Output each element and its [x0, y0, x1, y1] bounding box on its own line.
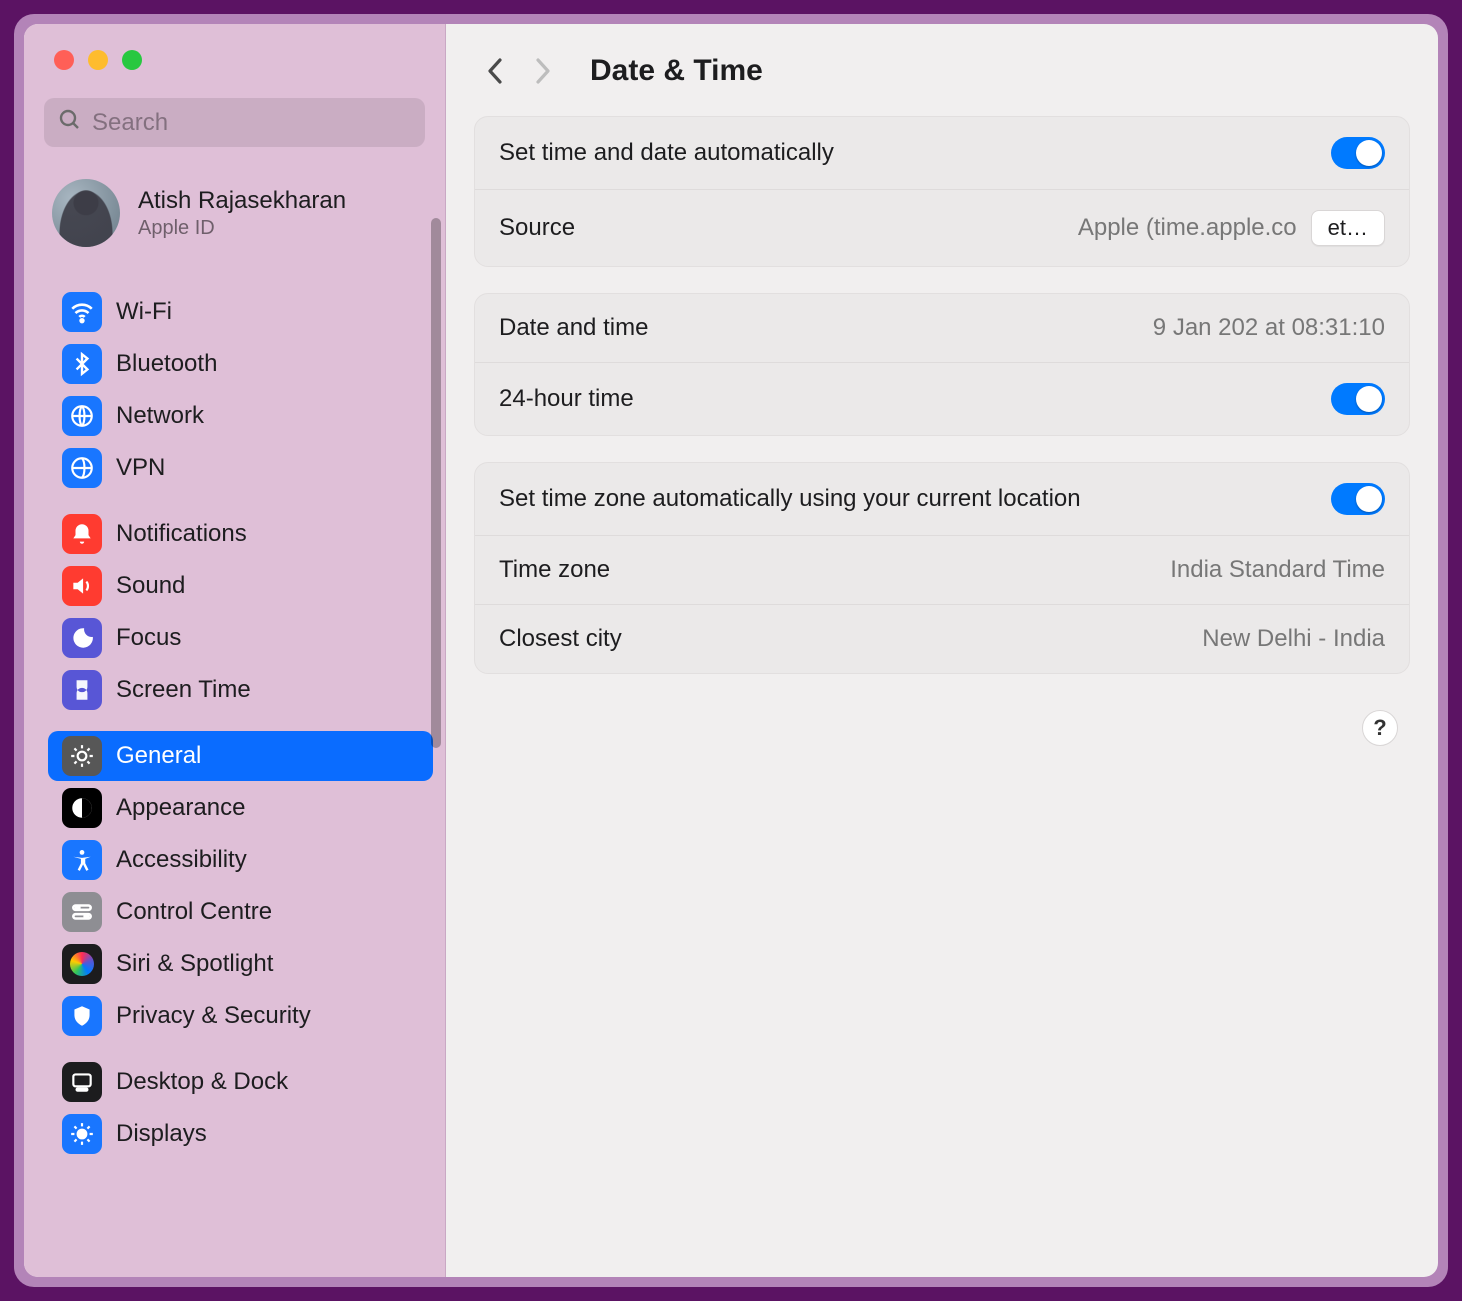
content-area: Date & Time Set time and date automatica… — [446, 24, 1438, 1277]
set-source-button[interactable]: et… — [1311, 210, 1385, 246]
label-timezone: Time zone — [499, 556, 1156, 584]
account-name: Atish Rajasekharan — [138, 187, 346, 215]
sidebar-item-focus[interactable]: Focus — [48, 613, 433, 663]
sidebar-item-general[interactable]: General — [48, 731, 433, 781]
sidebar-item-label: Network — [116, 402, 204, 430]
appearance-icon — [62, 788, 102, 828]
fullscreen-window-button[interactable] — [122, 50, 142, 70]
search-input[interactable] — [92, 109, 411, 137]
sidebar-item-label: Accessibility — [116, 846, 247, 874]
row-datetime: Date and time 9 Jan 202 at 08:31:10 — [475, 294, 1409, 363]
row-timezone: Time zone India Standard Time — [475, 536, 1409, 605]
vpn-icon — [62, 448, 102, 488]
label-city: Closest city — [499, 625, 1188, 653]
wifi-icon — [62, 292, 102, 332]
sidebar-item-label: Focus — [116, 624, 181, 652]
sidebar-item-appearance[interactable]: Appearance — [48, 783, 433, 833]
sidebar-item-notifications[interactable]: Notifications — [48, 509, 433, 559]
label-source: Source — [499, 214, 1064, 242]
value-timezone: India Standard Time — [1170, 556, 1385, 584]
sidebar-item-label: Sound — [116, 572, 185, 600]
sidebar-item-label: Screen Time — [116, 676, 251, 704]
sound-icon — [62, 566, 102, 606]
sidebar-item-screentime[interactable]: Screen Time — [48, 665, 433, 715]
value-datetime: 9 Jan 202 at 08:31:10 — [1153, 314, 1385, 342]
sidebar-item-desktop-dock[interactable]: Desktop & Dock — [48, 1057, 433, 1107]
toggle-24hour[interactable] — [1331, 383, 1385, 415]
sidebar-item-label: General — [116, 742, 201, 770]
sidebar-item-label: Desktop & Dock — [116, 1068, 288, 1096]
value-source: Apple (time.apple.co — [1078, 214, 1297, 242]
general-icon — [62, 736, 102, 776]
apple-id-account[interactable]: Atish Rajasekharan Apple ID — [24, 161, 445, 269]
sidebar-item-label: Displays — [116, 1120, 207, 1148]
toggle-tz-auto[interactable] — [1331, 483, 1385, 515]
sidebar-item-label: Siri & Spotlight — [116, 950, 273, 978]
value-datetime-b: at 08:31:10 — [1258, 314, 1385, 341]
sidebar-item-label: Control Centre — [116, 898, 272, 926]
sidebar-list: Wi-Fi Bluetooth Network VPN — [24, 269, 445, 1175]
header: Date & Time — [474, 48, 1410, 116]
row-source: Source Apple (time.apple.co et… — [475, 190, 1409, 266]
panel-timezone: Set time zone automatically using your c… — [474, 462, 1410, 674]
sidebar-item-label: Appearance — [116, 794, 245, 822]
siri-icon — [62, 944, 102, 984]
sidebar: Atish Rajasekharan Apple ID Wi-Fi Blueto… — [24, 24, 446, 1277]
label-24hour: 24-hour time — [499, 385, 1317, 413]
sidebar-item-accessibility[interactable]: Accessibility — [48, 835, 433, 885]
value-city: New Delhi - India — [1202, 625, 1385, 653]
label-set-auto: Set time and date automatically — [499, 139, 1317, 167]
sidebar-item-label: Wi-Fi — [116, 298, 172, 326]
value-datetime-a: 9 Jan 202 — [1153, 314, 1258, 341]
settings-window: Atish Rajasekharan Apple ID Wi-Fi Blueto… — [24, 24, 1438, 1277]
row-tz-auto: Set time zone automatically using your c… — [475, 463, 1409, 536]
label-datetime: Date and time — [499, 314, 1139, 342]
sidebar-item-bluetooth[interactable]: Bluetooth — [48, 339, 433, 389]
window-controls — [24, 24, 445, 70]
help-button[interactable]: ? — [1362, 710, 1398, 746]
toggle-set-auto[interactable] — [1331, 137, 1385, 169]
desktop-dock-icon — [62, 1062, 102, 1102]
back-button[interactable] — [484, 54, 508, 88]
close-window-button[interactable] — [54, 50, 74, 70]
forward-button[interactable] — [530, 54, 554, 88]
sidebar-item-label: Notifications — [116, 520, 247, 548]
avatar — [52, 179, 120, 247]
row-set-auto: Set time and date automatically — [475, 117, 1409, 190]
sidebar-item-label: Bluetooth — [116, 350, 217, 378]
sidebar-item-siri[interactable]: Siri & Spotlight — [48, 939, 433, 989]
displays-icon — [62, 1114, 102, 1154]
notifications-icon — [62, 514, 102, 554]
network-icon — [62, 396, 102, 436]
sidebar-scrollbar[interactable] — [431, 218, 441, 748]
sidebar-item-label: Privacy & Security — [116, 1002, 311, 1030]
screentime-icon — [62, 670, 102, 710]
search-icon — [58, 108, 82, 137]
controlcentre-icon — [62, 892, 102, 932]
accessibility-icon — [62, 840, 102, 880]
sidebar-item-label: VPN — [116, 454, 165, 482]
sidebar-item-privacy[interactable]: Privacy & Security — [48, 991, 433, 1041]
bluetooth-icon — [62, 344, 102, 384]
label-tz-auto: Set time zone automatically using your c… — [499, 485, 1317, 513]
panel-date-time: Date and time 9 Jan 202 at 08:31:10 24-h… — [474, 293, 1410, 436]
sidebar-item-displays[interactable]: Displays — [48, 1109, 433, 1159]
focus-icon — [62, 618, 102, 658]
row-city: Closest city New Delhi - India — [475, 605, 1409, 673]
sidebar-item-wifi[interactable]: Wi-Fi — [48, 287, 433, 337]
account-subtitle: Apple ID — [138, 217, 346, 240]
sidebar-item-network[interactable]: Network — [48, 391, 433, 441]
sidebar-item-sound[interactable]: Sound — [48, 561, 433, 611]
page-title: Date & Time — [590, 54, 763, 88]
minimize-window-button[interactable] — [88, 50, 108, 70]
sidebar-item-controlcentre[interactable]: Control Centre — [48, 887, 433, 937]
sidebar-item-vpn[interactable]: VPN — [48, 443, 433, 493]
panel-auto-time: Set time and date automatically Source A… — [474, 116, 1410, 267]
privacy-icon — [62, 996, 102, 1036]
row-24hour: 24-hour time — [475, 363, 1409, 435]
search-field[interactable] — [44, 98, 425, 147]
